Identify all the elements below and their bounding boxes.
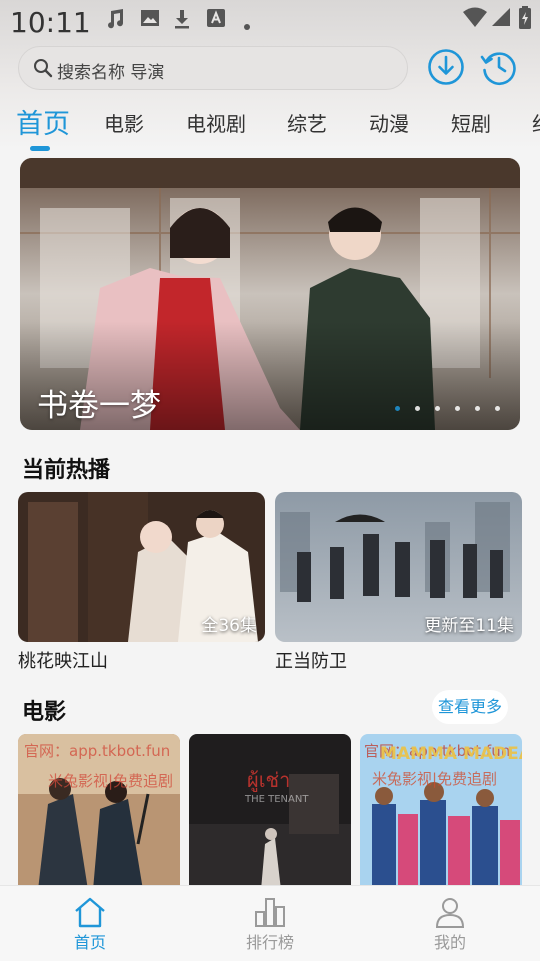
drama-title[interactable]: 桃花映江山 (18, 647, 108, 673)
nav-label: 排行榜 (245, 933, 294, 952)
category-tabs: 首页 电影 电视剧 综艺 动漫 短剧 纪 (0, 100, 540, 152)
wifi-icon (462, 6, 488, 32)
movie-poster[interactable]: ผู้เช่า THE TENANT (189, 734, 351, 890)
see-more-button[interactable]: 查看更多 (432, 690, 508, 724)
poster-watermark: 米兔影视|免费追剧 (48, 772, 174, 790)
tab-variety[interactable]: 综艺 (287, 108, 327, 137)
pager-dot (454, 406, 460, 411)
featured-banner[interactable]: 书卷一梦 (20, 158, 520, 430)
section-title-movies: 电影 (22, 700, 67, 725)
pager-dot (474, 406, 480, 411)
section-title-now-playing: 当前热播 (22, 458, 111, 483)
download-icon (428, 49, 464, 85)
banner-title: 书卷一梦 (37, 388, 161, 424)
tab-movies[interactable]: 电影 (104, 108, 144, 137)
banner-pager (385, 396, 500, 415)
image-icon (140, 8, 160, 33)
pager-dot (434, 406, 440, 411)
tab-documentary[interactable]: 纪 (532, 108, 540, 137)
nav-label: 首页 (73, 933, 106, 952)
history-button[interactable] (480, 48, 518, 86)
dot-icon (243, 12, 251, 36)
tab-anime[interactable]: 动漫 (369, 108, 409, 137)
nav-label: 我的 (433, 933, 466, 952)
episode-badge: 全36集 (201, 616, 257, 636)
music-icon (104, 8, 126, 35)
poster-title: ผู้เช่า (247, 768, 291, 792)
nav-home[interactable]: 首页 (30, 886, 150, 961)
status-bar: 10:11 (0, 0, 540, 44)
active-tab-indicator (30, 146, 50, 151)
poster-title: MAMMA MADEA (380, 744, 522, 764)
home-icon (75, 897, 105, 928)
search-placeholder: 搜索名称 导演 (57, 63, 165, 83)
movie-poster[interactable]: 官网：app.tkbot.fun MAMMA MADEA 米兔影视|免费追剧 (360, 734, 522, 890)
download-button[interactable] (427, 48, 465, 86)
search-icon (34, 59, 53, 78)
pager-dot (495, 406, 500, 411)
drama-card[interactable]: 更新至11集 (275, 492, 522, 642)
episode-badge: 更新至11集 (424, 616, 514, 636)
poster-watermark: 米兔影视|免费追剧 (372, 770, 498, 788)
pager-dot (414, 406, 420, 411)
search-input[interactable]: 搜索名称 导演 (18, 46, 408, 90)
status-time: 10:11 (10, 6, 91, 39)
drama-title[interactable]: 正当防卫 (275, 647, 347, 673)
history-icon (480, 52, 516, 85)
ranking-icon (255, 898, 285, 927)
tab-home[interactable]: 首页 (16, 102, 70, 141)
download-icon (172, 8, 192, 35)
poster-image (189, 734, 351, 890)
font-icon (206, 8, 226, 33)
profile-icon (435, 898, 465, 928)
pager-dot (394, 406, 400, 411)
bottom-navigation: 首页 排行榜 我的 (0, 885, 540, 961)
poster-watermark: 官网：app.tkbot.fun (24, 742, 171, 760)
poster-subtitle: THE TENANT (245, 794, 309, 805)
battery-icon (518, 6, 532, 34)
movie-poster[interactable]: 官网：app.tkbot.fun 米兔影视|免费追剧 (18, 734, 180, 890)
tab-short-drama[interactable]: 短剧 (451, 108, 491, 137)
drama-card[interactable]: 全36集 (18, 492, 265, 642)
tab-tv-series[interactable]: 电视剧 (186, 108, 246, 137)
signal-icon (490, 6, 512, 32)
nav-profile[interactable]: 我的 (390, 886, 510, 961)
nav-ranking[interactable]: 排行榜 (210, 886, 330, 961)
